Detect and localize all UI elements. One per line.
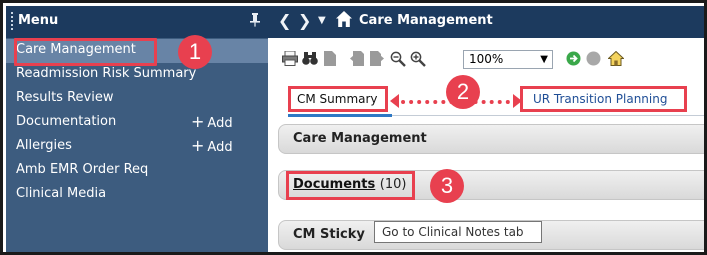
sidebar-item-label: Results Review bbox=[16, 90, 114, 105]
binoculars-icon[interactable] bbox=[302, 51, 318, 70]
zoom-in-icon[interactable] bbox=[410, 51, 426, 71]
annotation-arrowhead-right bbox=[513, 94, 522, 108]
menu-title: Menu bbox=[18, 13, 59, 28]
tab-label: UR Transition Planning bbox=[533, 92, 668, 106]
zoom-select[interactable]: 100% ▼ bbox=[463, 50, 553, 69]
section-title: Care Management bbox=[293, 131, 427, 146]
active-tab-indicator bbox=[288, 114, 392, 117]
sidebar-item-allergies[interactable]: Allergies + Add bbox=[6, 135, 268, 159]
sidebar-item-amb-emr-order-req[interactable]: Amb EMR Order Req bbox=[6, 159, 268, 183]
previous-page-icon[interactable] bbox=[350, 51, 364, 70]
tab-label: CM Summary bbox=[297, 92, 378, 106]
sidebar-item-results-review[interactable]: Results Review bbox=[6, 87, 268, 111]
home-icon[interactable] bbox=[607, 50, 625, 70]
section-care-management[interactable]: Care Management bbox=[278, 124, 704, 154]
page-title: Care Management bbox=[359, 13, 493, 28]
main-content: 100% ▼ CM Summary UR Transition Planning bbox=[268, 38, 704, 252]
sidebar-item-label: Documentation bbox=[16, 114, 117, 129]
documents-link[interactable]: Documents bbox=[293, 177, 375, 192]
chevron-down-icon: ▼ bbox=[540, 54, 548, 65]
add-label: Add bbox=[207, 140, 233, 155]
section-documents[interactable]: Documents (10) bbox=[278, 170, 704, 200]
sidebar-item-label: Care Management bbox=[16, 42, 136, 57]
document-icon[interactable] bbox=[324, 51, 336, 70]
chevron-down-icon[interactable]: ▼ bbox=[318, 15, 326, 26]
application-window: Menu Care Management Readmission Risk Su… bbox=[0, 0, 707, 255]
add-documentation-button[interactable]: + Add bbox=[191, 111, 233, 135]
sidebar-item-label: Readmission Risk Summary bbox=[16, 66, 197, 81]
sidebar-item-care-management[interactable]: Care Management bbox=[6, 39, 268, 63]
next-page-icon[interactable] bbox=[370, 51, 384, 70]
tab-ur-transition-planning[interactable]: UR Transition Planning bbox=[520, 86, 687, 112]
tab-cm-summary[interactable]: CM Summary bbox=[288, 86, 388, 112]
annotation-badge-1: 1 bbox=[178, 35, 212, 69]
tooltip: Go to Clinical Notes tab bbox=[374, 221, 542, 243]
forward-arrow-icon[interactable]: ❯ bbox=[298, 11, 311, 30]
annotation-badge-3: 3 bbox=[430, 169, 464, 203]
zoom-out-icon[interactable] bbox=[390, 51, 406, 71]
plus-icon: + bbox=[191, 136, 205, 155]
sidebar-item-label: Amb EMR Order Req bbox=[16, 162, 149, 177]
back-arrow-icon[interactable]: ❮ bbox=[278, 11, 291, 30]
toolbar: 100% ▼ bbox=[268, 38, 704, 78]
sidebar: Menu Care Management Readmission Risk Su… bbox=[6, 6, 268, 252]
plus-icon: + bbox=[191, 112, 205, 131]
sidebar-item-documentation[interactable]: Documentation + Add bbox=[6, 111, 268, 135]
sidebar-item-label: Allergies bbox=[16, 138, 72, 153]
stop-icon[interactable] bbox=[586, 51, 601, 70]
zoom-value: 100% bbox=[469, 52, 504, 66]
documents-count: (10) bbox=[379, 177, 407, 192]
annotation-arrowhead-left bbox=[390, 94, 399, 108]
sidebar-item-label: Clinical Media bbox=[16, 186, 107, 201]
tab-strip-divider bbox=[392, 115, 704, 116]
go-arrow-icon[interactable] bbox=[566, 51, 581, 70]
home-icon[interactable] bbox=[335, 10, 353, 32]
annotation-badge-2: 2 bbox=[446, 75, 480, 109]
print-icon[interactable] bbox=[282, 50, 298, 70]
section-title: CM Sticky bbox=[293, 227, 365, 242]
pin-icon[interactable] bbox=[250, 13, 260, 30]
title-bar: ❮ ❯ ▼ Care Management bbox=[268, 6, 704, 38]
grip-handle-icon[interactable] bbox=[11, 12, 14, 30]
menu-header: Menu bbox=[6, 6, 268, 38]
sidebar-item-readmission-risk-summary[interactable]: Readmission Risk Summary bbox=[6, 63, 268, 87]
sidebar-item-clinical-media[interactable]: Clinical Media bbox=[6, 183, 268, 207]
add-label: Add bbox=[207, 116, 233, 131]
add-allergies-button[interactable]: + Add bbox=[191, 135, 233, 159]
